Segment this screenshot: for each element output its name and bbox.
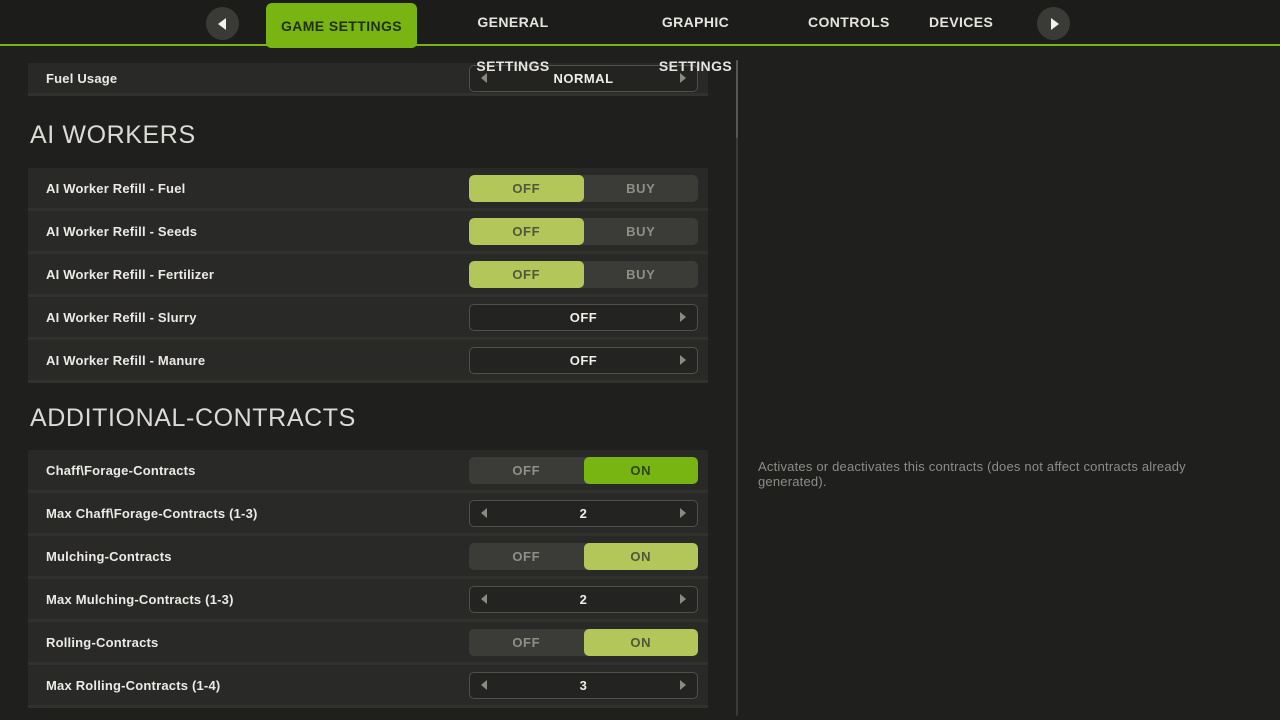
- setting-control: OFFON: [469, 629, 698, 656]
- tabs-next-button[interactable]: [1037, 7, 1070, 40]
- toggle-option-off[interactable]: OFF: [469, 543, 584, 570]
- setting-label: Mulching-Contracts: [46, 549, 172, 564]
- setting-row-max-mulching-contracts-1-3: Max Mulching-Contracts (1-3) 2: [28, 579, 708, 622]
- setting-label: AI Worker Refill - Manure: [46, 353, 205, 368]
- setting-row-max-chaff-forage-contracts-1-3: Max Chaff\Forage-Contracts (1-3) 2: [28, 493, 708, 536]
- toggle-group: OFFBUY: [469, 218, 698, 245]
- toggle-option-buy[interactable]: BUY: [584, 261, 699, 288]
- toggle-option-buy[interactable]: BUY: [584, 175, 699, 202]
- settings-group: AI WORKERSAI Worker Refill - FuelOFFBUYA…: [28, 120, 708, 383]
- tab-devices[interactable]: DEVICES: [929, 0, 992, 44]
- toggle-group: OFFON: [469, 457, 698, 484]
- arrow-right-icon[interactable]: [680, 594, 686, 604]
- setting-row-rolling-contracts: Rolling-Contracts OFFON: [28, 622, 708, 665]
- settings-panel: Fuel Usage NORMAL AI WORKERS AI Worker Refi…: [28, 63, 708, 708]
- value-selector: 2: [469, 586, 698, 613]
- section-header-additional-contracts: ADDITIONAL-CONTRACTS: [30, 403, 708, 433]
- setting-row-mulching-contracts: Mulching-Contracts OFFON: [28, 536, 708, 579]
- value-selector: OFF: [469, 304, 698, 331]
- setting-control: OFFBUY: [469, 218, 698, 245]
- selector-value: OFF: [570, 310, 598, 325]
- setting-row-ai-worker-refill-fertilizer: AI Worker Refill - Fertilizer OFFBUY: [28, 254, 708, 297]
- selector-value: 2: [580, 506, 588, 521]
- value-selector: OFF: [469, 347, 698, 374]
- toggle-group: OFFBUY: [469, 261, 698, 288]
- selector-value: OFF: [570, 353, 598, 368]
- tab-general-settings[interactable]: GENERAL SETTINGS: [443, 0, 583, 44]
- setting-label: AI Worker Refill - Fuel: [46, 181, 185, 196]
- toggle-group: OFFON: [469, 543, 698, 570]
- selector-value: 3: [580, 678, 588, 693]
- setting-control: OFFBUY: [469, 175, 698, 202]
- tab-graphic-settings[interactable]: GRAPHIC SETTINGS: [626, 0, 765, 44]
- settings-group: Fuel Usage NORMAL: [28, 63, 708, 96]
- tabs-prev-button[interactable]: [206, 7, 239, 40]
- toggle-option-on[interactable]: ON: [584, 457, 699, 484]
- arrow-right-icon[interactable]: [680, 680, 686, 690]
- arrow-left-icon[interactable]: [481, 594, 487, 604]
- setting-label: Max Mulching-Contracts (1-3): [46, 592, 234, 607]
- setting-control: OFFON: [469, 543, 698, 570]
- setting-control: 2: [469, 500, 698, 527]
- setting-row-max-rolling-contracts-1-4: Max Rolling-Contracts (1-4) 3: [28, 665, 708, 708]
- setting-label: Fuel Usage: [46, 71, 117, 86]
- setting-row-fuel-usage: Fuel Usage NORMAL: [28, 63, 708, 96]
- setting-control: OFFBUY: [469, 261, 698, 288]
- arrow-left-icon[interactable]: [481, 508, 487, 518]
- toggle-option-off[interactable]: OFF: [469, 629, 584, 656]
- arrow-right-icon[interactable]: [680, 312, 686, 322]
- arrow-left-icon[interactable]: [481, 680, 487, 690]
- setting-control: OFF: [469, 304, 698, 331]
- setting-label: Chaff\Forage-Contracts: [46, 463, 196, 478]
- toggle-option-off[interactable]: OFF: [469, 457, 584, 484]
- value-selector: 3: [469, 672, 698, 699]
- chevron-left-icon: [218, 18, 226, 30]
- setting-row-ai-worker-refill-manure: AI Worker Refill - Manure OFF: [28, 340, 708, 383]
- setting-label: AI Worker Refill - Seeds: [46, 224, 197, 239]
- setting-row-ai-worker-refill-slurry: AI Worker Refill - Slurry OFF: [28, 297, 708, 340]
- setting-control: OFF: [469, 347, 698, 374]
- settings-screen: GAME SETTINGS GENERAL SETTINGS GRAPHIC SET…: [0, 0, 1280, 720]
- setting-label: Max Chaff\Forage-Contracts (1-3): [46, 506, 258, 521]
- toggle-option-buy[interactable]: BUY: [584, 218, 699, 245]
- value-selector: 2: [469, 500, 698, 527]
- setting-row-ai-worker-refill-fuel: AI Worker Refill - Fuel OFFBUY: [28, 168, 708, 211]
- toggle-option-off[interactable]: OFF: [469, 261, 584, 288]
- tab-bar: GAME SETTINGS GENERAL SETTINGS GRAPHIC SET…: [0, 0, 1280, 46]
- tab-game-settings[interactable]: GAME SETTINGS: [266, 3, 417, 48]
- setting-label: Rolling-Contracts: [46, 635, 158, 650]
- header-accent-line: [0, 44, 1280, 46]
- setting-control: 3: [469, 672, 698, 699]
- arrow-right-icon[interactable]: [680, 508, 686, 518]
- chevron-right-icon: [1051, 18, 1059, 30]
- toggle-option-on[interactable]: ON: [584, 629, 699, 656]
- setting-label: AI Worker Refill - Slurry: [46, 310, 197, 325]
- toggle-group: OFFBUY: [469, 175, 698, 202]
- setting-label: AI Worker Refill - Fertilizer: [46, 267, 214, 282]
- toggle-option-off[interactable]: OFF: [469, 218, 584, 245]
- toggle-group: OFFON: [469, 629, 698, 656]
- setting-row-chaff-forage-contracts: Chaff\Forage-Contracts OFFON: [28, 450, 708, 493]
- setting-row-ai-worker-refill-seeds: AI Worker Refill - Seeds OFFBUY: [28, 211, 708, 254]
- toggle-option-off[interactable]: OFF: [469, 175, 584, 202]
- settings-group: ADDITIONAL-CONTRACTS Chaff\Forage-Contrac…: [28, 403, 708, 708]
- setting-control: 2: [469, 586, 698, 613]
- selector-value: NORMAL: [553, 71, 613, 86]
- arrow-right-icon[interactable]: [680, 355, 686, 365]
- setting-control: OFFON: [469, 457, 698, 484]
- toggle-option-on[interactable]: ON: [584, 543, 699, 570]
- panel-scrollbar: [736, 60, 738, 716]
- setting-label: Max Rolling-Contracts (1-4): [46, 678, 220, 693]
- tooltip-panel: Activates or deactivates this contracts …: [758, 452, 1238, 495]
- section-header-ai-workers: AI WORKERS: [30, 120, 708, 150]
- selector-value: 2: [580, 592, 588, 607]
- tab-controls[interactable]: CONTROLS: [808, 0, 887, 44]
- scrollbar-thumb[interactable]: [736, 60, 738, 138]
- tooltip-text: Activates or deactivates this contracts …: [758, 459, 1238, 489]
